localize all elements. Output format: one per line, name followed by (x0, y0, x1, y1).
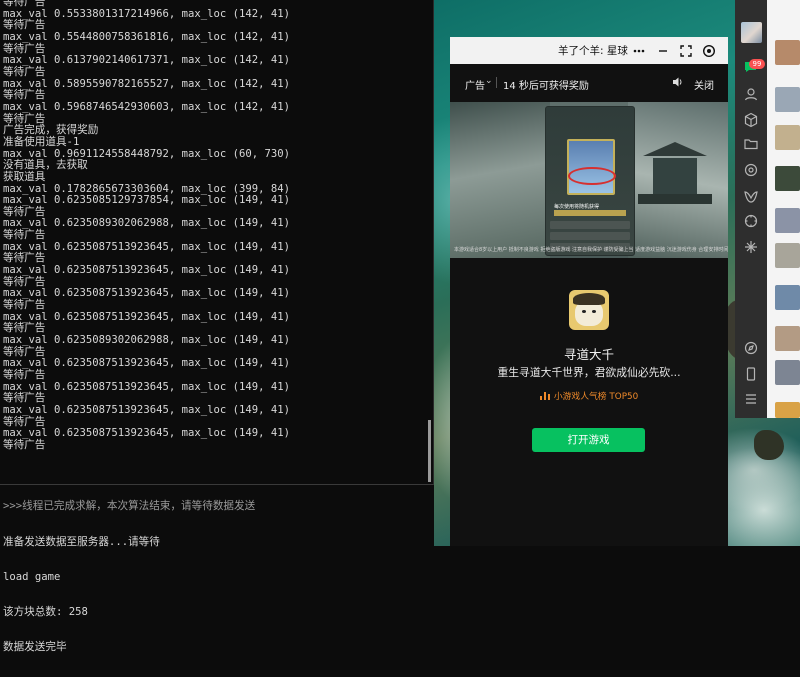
speaker-icon[interactable] (672, 76, 684, 88)
banner-hint-bar (554, 210, 626, 216)
banner-pagoda-base (638, 194, 712, 204)
terminal-line: max_val 0.5895590782165527, max_loc (142… (3, 77, 291, 90)
terminal-line: max_val 0.6235087513923645, max_loc (149… (3, 403, 291, 416)
chat-avatar[interactable] (775, 402, 800, 418)
terminal-line: max_val 0.6235087513923645, max_loc (149… (3, 240, 291, 253)
ad-label[interactable]: 广告 (465, 77, 485, 92)
terminal-line: 等待广告 (3, 438, 46, 451)
terminal-line: load game (3, 570, 61, 583)
mini-program-window[interactable]: 羊了个羊: 星球 广告 ⌄ 14 秒后可获得奖励 关闭 每次使用将随机获得 本游… (450, 37, 728, 546)
ad-close-button[interactable]: 关闭 (694, 77, 714, 92)
chevron-down-icon[interactable]: ⌄ (485, 76, 493, 86)
search-spark-icon[interactable] (743, 239, 759, 255)
contacts-icon[interactable] (743, 86, 759, 102)
terminal-line: max_val 0.6235089302062988, max_loc (149… (3, 334, 291, 347)
unread-badge: 99 (749, 59, 765, 69)
terminal-line: >>>线程已完成求解，本次算法结束，请等待数据发送 (3, 500, 256, 513)
ad-header-bar: 广告 ⌄ 14 秒后可获得奖励 关闭 (450, 64, 728, 102)
game-name: 寻道大千 (563, 347, 614, 362)
terminal-secondary-pane[interactable]: >>>线程已完成求解，本次算法结束，请等待数据发送 准备发送数据至服务器...请… (0, 484, 434, 653)
terminal-line: max_val 0.6235087513923645, max_loc (149… (3, 264, 291, 277)
divider (496, 77, 497, 88)
terminal-line: max_val 0.6235087513923645, max_loc (149… (3, 380, 291, 393)
chat-avatar[interactable] (775, 285, 800, 310)
terminal-secondary-text: >>>线程已完成求解，本次算法结束，请等待数据发送 准备发送数据至服务器...请… (3, 478, 255, 677)
rank-text: 小游戏人气榜 TOP50 (553, 392, 639, 402)
banner-pagoda-body (653, 158, 697, 198)
minimize-icon[interactable] (656, 43, 670, 57)
banner-hint-text: 每次使用将随机获得 (554, 204, 600, 210)
terminal-line: 准备使用道具-1 (3, 135, 80, 148)
terminal-line: 数据发送完毕 (3, 640, 67, 653)
open-game-button[interactable]: 打开游戏 (532, 428, 645, 452)
terminal-line: 获取道具 (3, 170, 46, 183)
banner-highlight-oval (568, 167, 616, 185)
chat-avatar[interactable] (775, 87, 800, 112)
terminal-output-text: 等待广告 max_val 0.5533801317214966, max_loc … (3, 0, 290, 452)
channels-icon[interactable] (743, 189, 759, 205)
mini-program-title: 羊了个羊: 星球 (558, 45, 628, 57)
rank-bars-icon (539, 392, 550, 400)
chat-avatar[interactable] (775, 125, 800, 150)
terminal-line: 准备发送数据至服务器...请等待 (3, 535, 160, 548)
close-circle-icon[interactable] (702, 43, 716, 58)
icon-hair (573, 293, 605, 305)
terminal-output-pane[interactable]: 等待广告 max_val 0.5533801317214966, max_loc … (0, 0, 434, 485)
wechat-sidebar: 99 (735, 0, 767, 418)
game-description: 重生寻道大千世界，君欲成仙必先砍... (497, 366, 681, 379)
icon-eye (582, 310, 586, 313)
ad-banner-image[interactable]: 每次使用将随机获得 本游戏适合8岁以上用户 抵制不良游戏 拒绝盗版游戏 注意自我… (450, 102, 728, 258)
banner-game-screenshot: 每次使用将随机获得 (545, 106, 635, 256)
phone-icon[interactable] (743, 366, 759, 382)
terminal-line: max_val 0.5544800758361816, max_loc (142… (3, 30, 291, 43)
terminal-line: 等待广告 (3, 65, 46, 78)
terminal-line: max_val 0.6235087513923645, max_loc (149… (3, 357, 291, 370)
favorites-cube-icon[interactable] (743, 112, 759, 128)
icon-eye (592, 310, 596, 313)
menu-icon[interactable] (743, 391, 759, 407)
wallpaper-rock (754, 430, 784, 460)
game-app-icon[interactable] (569, 290, 609, 330)
terminal-window[interactable]: 等待广告 max_val 0.5533801317214966, max_loc … (0, 0, 434, 653)
terminal-line: 没有道具，去获取 (3, 159, 88, 172)
terminal-line: max_val 0.6235089302062988, max_loc (149… (3, 217, 291, 230)
terminal-line: max_val 0.6235087513923645, max_loc (149… (3, 427, 291, 440)
chat-avatar[interactable] (775, 40, 800, 65)
compass-icon[interactable] (743, 340, 759, 356)
banner-slot-row (550, 221, 630, 229)
terminal-line: max_val 0.6235087513923645, max_loc (149… (3, 310, 291, 323)
banner-caption: 本游戏适合8岁以上用户 抵制不良游戏 拒绝盗版游戏 注意自我保护 谨防受骗上当 … (454, 247, 728, 253)
avatar[interactable] (741, 22, 762, 43)
moments-icon[interactable] (743, 162, 759, 178)
terminal-line: 等待广告 (3, 369, 46, 381)
terminal-line: max_val 0.6235087513923645, max_loc (149… (3, 287, 291, 300)
game-rank: 小游戏人气榜 TOP50 (450, 389, 728, 402)
terminal-line: max_val 0.6137902140617371, max_loc (142… (3, 54, 291, 67)
chat-avatar[interactable] (775, 243, 800, 268)
folder-icon[interactable] (743, 136, 759, 152)
banner-mountain-left (450, 102, 550, 258)
terminal-line: max_val 0.5533801317214966, max_loc (142… (3, 7, 291, 20)
more-icon[interactable] (632, 43, 646, 57)
fullscreen-icon[interactable] (679, 43, 693, 57)
terminal-line: max_val 0.5968746542930603, max_loc (142… (3, 100, 291, 113)
mini-program-icon[interactable] (743, 213, 759, 229)
terminal-line: 等待广告 (3, 299, 46, 312)
terminal-line: max_val 0.6235085129737854, max_loc (149… (3, 194, 291, 207)
chat-avatar[interactable] (775, 166, 800, 191)
terminal-scrollbar[interactable] (428, 420, 431, 482)
chat-avatar[interactable] (775, 326, 800, 351)
chat-avatar[interactable] (775, 360, 800, 385)
banner-slot-row (550, 232, 630, 240)
mini-program-titlebar: 羊了个羊: 星球 (450, 37, 728, 64)
chat-avatar[interactable] (775, 208, 800, 233)
terminal-line: 该方块总数: 258 (3, 605, 88, 618)
banner-pagoda-roof (643, 142, 707, 156)
chat-list-strip[interactable] (767, 0, 800, 418)
ad-countdown: 14 秒后可获得奖励 (503, 81, 589, 92)
